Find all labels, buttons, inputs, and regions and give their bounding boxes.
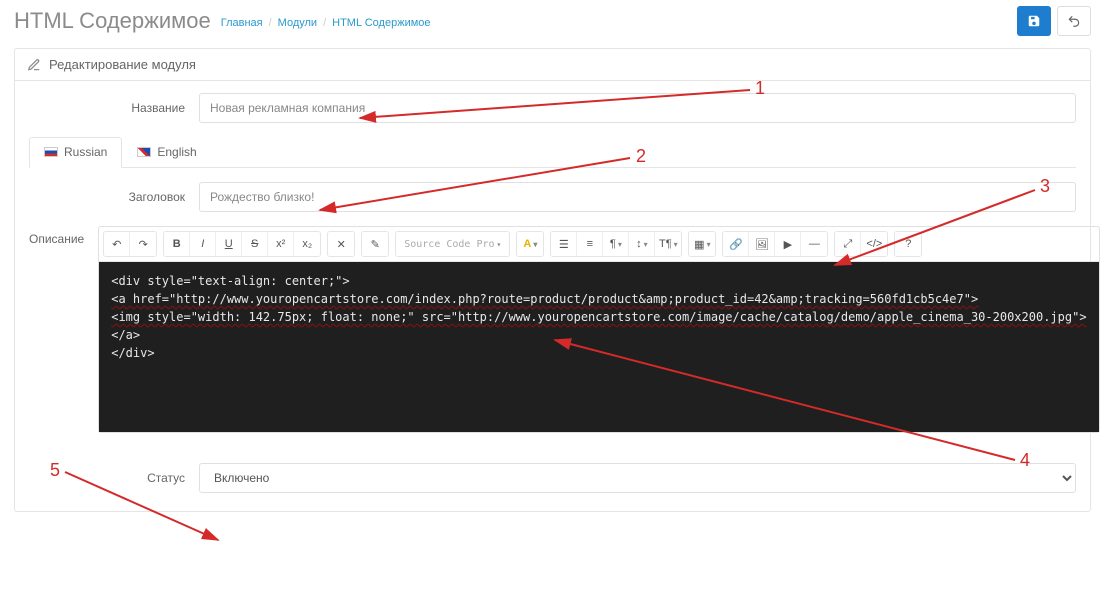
panel-heading: Редактирование модуля <box>15 49 1090 81</box>
flag-en-icon <box>137 147 151 157</box>
hr-btn[interactable]: — <box>801 232 827 256</box>
tab-russian-label: Russian <box>64 145 107 159</box>
anno-2: 2 <box>636 146 646 167</box>
tab-russian[interactable]: Russian <box>29 137 122 168</box>
desc-label: Описание <box>29 226 98 246</box>
ul-btn[interactable]: ☰ <box>551 232 577 256</box>
fullscreen-btn[interactable]: ⤢ <box>835 232 861 256</box>
sub-btn[interactable]: x₂ <box>294 232 320 256</box>
crumb-home[interactable]: Главная <box>221 17 263 29</box>
anno-1: 1 <box>755 78 765 99</box>
codeview-btn[interactable]: </> <box>861 232 887 256</box>
save-icon <box>1027 14 1041 28</box>
link-btn[interactable]: 🔗 <box>723 232 749 256</box>
name-label: Название <box>29 101 199 115</box>
para-btn[interactable]: ¶▾ <box>603 232 629 256</box>
video-btn[interactable]: ▶ <box>775 232 801 256</box>
lineheight-btn[interactable]: ↕▾ <box>629 232 655 256</box>
help-btn[interactable]: ? <box>895 232 921 256</box>
color-btn[interactable]: A▾ <box>517 232 543 256</box>
status-select[interactable]: Включено <box>199 463 1076 493</box>
code-editor[interactable]: <div style="text-align: center;"> <a hre… <box>99 262 1098 432</box>
redo-btn[interactable]: ↷ <box>130 232 156 256</box>
strike-btn[interactable]: S <box>242 232 268 256</box>
table-btn[interactable]: ▦▾ <box>689 232 715 256</box>
font-select[interactable]: Source Code Pro▾ <box>396 232 509 256</box>
save-button[interactable] <box>1017 6 1051 36</box>
heading-input[interactable] <box>199 182 1076 212</box>
format-btn[interactable]: T¶▾ <box>655 232 681 256</box>
editor-toolbar: ↶↷ B I U S x² x₂ ✕ ✎ Source Code <box>99 227 1098 262</box>
pencil-icon <box>27 58 41 72</box>
tab-english-label: English <box>157 145 196 159</box>
sup-btn[interactable]: x² <box>268 232 294 256</box>
breadcrumb: Главная / Модули / HTML Содержимое <box>221 17 431 29</box>
italic-btn[interactable]: I <box>190 232 216 256</box>
ol-btn[interactable]: ≡ <box>577 232 603 256</box>
crumb-current[interactable]: HTML Содержимое <box>332 17 430 29</box>
heading-label: Заголовок <box>29 190 199 204</box>
clear-btn[interactable]: ✕ <box>328 232 354 256</box>
undo-icon <box>1067 14 1081 28</box>
picker-btn[interactable]: ✎ <box>362 232 388 256</box>
cancel-button[interactable] <box>1057 6 1091 36</box>
undo-btn[interactable]: ↶ <box>104 232 130 256</box>
anno-3: 3 <box>1040 176 1050 197</box>
page-title: HTML Содержимое <box>14 8 211 34</box>
anno-4: 4 <box>1020 450 1030 471</box>
crumb-modules[interactable]: Модули <box>278 17 317 29</box>
bold-btn[interactable]: B <box>164 232 190 256</box>
flag-ru-icon <box>44 147 58 157</box>
panel-title: Редактирование модуля <box>49 57 196 72</box>
name-input[interactable] <box>199 93 1076 123</box>
image-btn[interactable]: 🖼 <box>749 232 775 256</box>
underline-btn[interactable]: U <box>216 232 242 256</box>
tab-english[interactable]: English <box>122 137 211 167</box>
anno-5: 5 <box>50 460 60 481</box>
